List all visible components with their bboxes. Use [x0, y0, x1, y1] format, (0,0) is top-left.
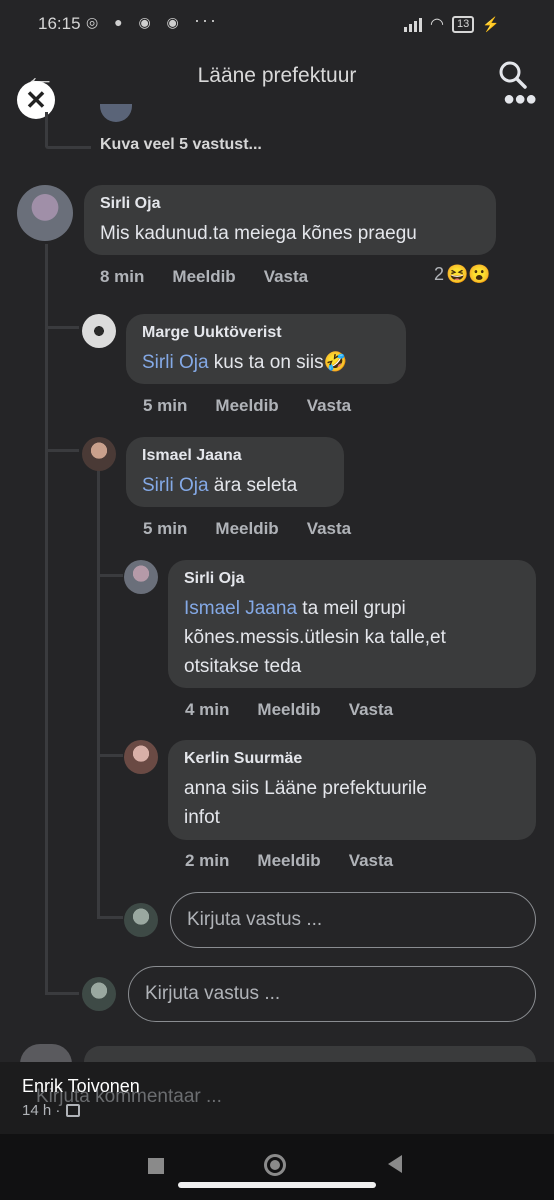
- thread-line: [45, 146, 91, 149]
- mention-link[interactable]: Sirli Oja: [142, 352, 209, 373]
- comment-time: 4 min: [185, 700, 230, 719]
- reaction-emoji-icon: 😆😮: [446, 264, 491, 284]
- notification-icons: ◎ ● ◉ ◉: [86, 14, 185, 30]
- comment-time: 8 min: [100, 267, 145, 286]
- thread-line: [97, 470, 100, 918]
- avatar: [17, 185, 73, 241]
- avatar: [82, 437, 116, 471]
- thread-line: [97, 916, 123, 919]
- mention-link[interactable]: Sirli Oja: [142, 475, 209, 496]
- comment-bubble: Sirli Oja Mis kadunud.ta meiega kõnes pr…: [84, 185, 496, 255]
- avatar: [100, 104, 132, 122]
- avatar: [20, 1044, 72, 1064]
- comment-author[interactable]: Sirli Oja: [100, 195, 480, 213]
- like-button[interactable]: Meeldib: [215, 519, 278, 539]
- like-button[interactable]: Meeldib: [172, 267, 235, 287]
- battery-icon: 13: [451, 15, 475, 33]
- comment-time: 5 min: [143, 396, 188, 415]
- reaction-count: 2: [434, 264, 445, 284]
- reply-button[interactable]: Vasta: [307, 519, 351, 539]
- comment-time: 2 min: [185, 851, 230, 870]
- home-indicator[interactable]: [178, 1182, 376, 1188]
- show-more-replies-link[interactable]: Kuva veel 5 vastust...: [100, 136, 262, 154]
- like-button[interactable]: Meeldib: [257, 851, 320, 871]
- home-icon[interactable]: [264, 1154, 286, 1176]
- thread-line: [45, 112, 48, 147]
- signal-icon: [404, 16, 422, 32]
- system-back-icon[interactable]: [388, 1155, 402, 1173]
- avatar: [124, 903, 158, 937]
- like-button[interactable]: Meeldib: [257, 700, 320, 720]
- reply-button[interactable]: Vasta: [264, 267, 308, 287]
- comment-text: anna siis Lääne prefektuurile infot: [184, 778, 427, 828]
- comment-actions: 2 min Meeldib Vasta: [185, 851, 421, 871]
- comment-author[interactable]: Sirli Oja: [184, 570, 520, 588]
- reply-input[interactable]: Kirjuta vastus ...: [170, 892, 536, 948]
- close-icon: ✕: [25, 85, 47, 115]
- comment-bubble: Kerlin Suurmäe anna siis Lääne prefektuu…: [168, 740, 536, 840]
- comment-text: Sirli Oja ära seleta: [142, 475, 298, 496]
- comment-text: Sirli Oja kus ta on siis🤣: [142, 352, 348, 373]
- thread-line: [97, 754, 123, 757]
- avatar: [124, 560, 158, 594]
- reply-button[interactable]: Vasta: [349, 851, 393, 871]
- thread-line: [45, 992, 79, 995]
- group-icon: [66, 1104, 81, 1117]
- comment-actions: 8 min Meeldib Vasta: [100, 267, 336, 287]
- more-notifications-icon: ···: [194, 10, 218, 30]
- comment-bubble: Sirli Oja Ismael Jaana ta meil grupi kõn…: [168, 560, 536, 688]
- close-button[interactable]: ✕: [17, 81, 55, 119]
- comment-text: Mis kadunud.ta meiega kõnes praegu: [100, 223, 417, 244]
- comment-actions: 5 min Meeldib Vasta: [143, 396, 379, 416]
- comment-author[interactable]: Marge Uuktöverist: [142, 324, 390, 342]
- charging-icon: ⚡: [482, 15, 500, 32]
- avatar: [124, 740, 158, 774]
- comment-text: Ismael Jaana ta meil grupi kõnes.messis.…: [184, 598, 446, 677]
- status-time: 16:15: [38, 14, 81, 33]
- wifi-icon: ◠: [430, 16, 444, 33]
- reaction-summary[interactable]: 2 😆😮: [434, 264, 491, 285]
- recent-apps-icon[interactable]: [148, 1158, 164, 1174]
- avatar: [82, 314, 116, 348]
- mention-link[interactable]: Ismael Jaana: [184, 598, 297, 619]
- reply-input[interactable]: Kirjuta vastus ...: [128, 966, 536, 1022]
- thread-line: [45, 449, 79, 452]
- comment-time: 5 min: [143, 519, 188, 538]
- comment-author[interactable]: Kerlin Suurmäe: [184, 750, 520, 768]
- comment-actions: 4 min Meeldib Vasta: [185, 700, 421, 720]
- post-time: 14 h ·: [22, 1102, 81, 1119]
- reply-button[interactable]: Vasta: [349, 700, 393, 720]
- comment-bubble: [84, 1046, 536, 1062]
- thread-line: [45, 244, 48, 994]
- avatar: [82, 977, 116, 1011]
- comment-bubble: Ismael Jaana Sirli Oja ära seleta: [126, 437, 344, 507]
- comment-bubble: Marge Uuktöverist Sirli Oja kus ta on si…: [126, 314, 406, 384]
- system-indicators: ◠ 13 ⚡: [404, 12, 500, 36]
- more-options-icon[interactable]: ●●●: [503, 88, 537, 111]
- thread-line: [45, 326, 79, 329]
- thread-line: [97, 574, 123, 577]
- reply-button[interactable]: Vasta: [307, 396, 351, 416]
- post-author-name[interactable]: Enrik Toivonen: [22, 1076, 140, 1097]
- comment-author[interactable]: Ismael Jaana: [142, 447, 328, 465]
- like-button[interactable]: Meeldib: [215, 396, 278, 416]
- page-title: Lääne prefektuur: [197, 64, 357, 87]
- comment-actions: 5 min Meeldib Vasta: [143, 519, 379, 539]
